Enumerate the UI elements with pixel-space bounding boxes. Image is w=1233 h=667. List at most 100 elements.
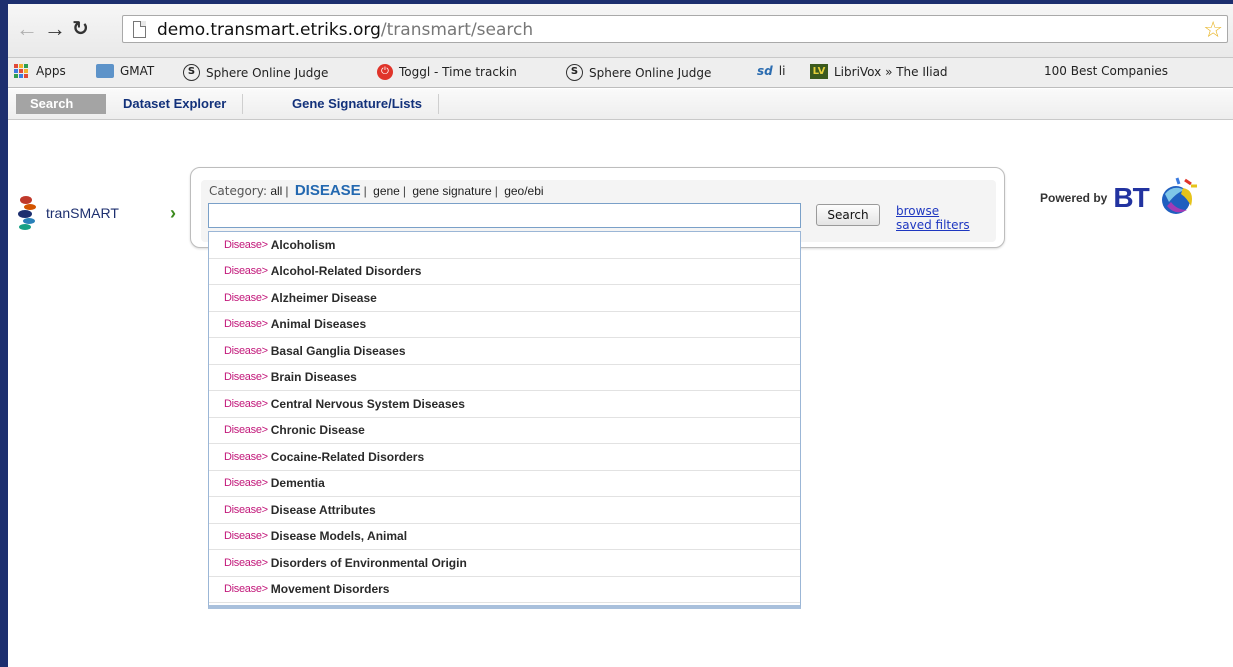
category-separator: | xyxy=(494,184,498,198)
suggestion-term: Movement Disorders xyxy=(270,582,390,597)
apps-grid-icon xyxy=(14,64,30,78)
bookmark-librivox[interactable]: LV LibriVox » The Iliad xyxy=(810,64,948,79)
bookmark-label: Toggl - Time trackin xyxy=(399,65,517,79)
powered-by-label: Powered by xyxy=(1040,191,1108,205)
reload-icon[interactable]: ↻ xyxy=(72,18,89,40)
suggestion-category: Disease> xyxy=(224,291,268,304)
window-frame-left xyxy=(0,0,8,667)
address-url[interactable]: demo.transmart.etriks.org/transmart/sear… xyxy=(157,20,533,40)
url-path: /transmart/search xyxy=(380,20,534,40)
bookmark-label: LibriVox » The Iliad xyxy=(834,64,948,79)
category-all[interactable]: all xyxy=(270,184,282,198)
suggestion-category: Disease> xyxy=(224,556,268,569)
bookmark-100-best-companies[interactable]: 100 Best Companies xyxy=(1044,64,1168,78)
bookmark-sphere-online-judge-1[interactable]: S Sphere Online Judge xyxy=(183,64,328,81)
category-gene-signature[interactable]: gene signature xyxy=(412,184,491,198)
suggestion-item[interactable]: Disease> Disease Attributes xyxy=(209,497,800,524)
suggestion-item[interactable]: Disease> Dementia xyxy=(209,471,800,497)
suggestion-item[interactable]: Disease> Brain Diseases xyxy=(209,365,800,391)
transmart-logo: tranSMART xyxy=(16,193,119,233)
browse-saved-filters-link[interactable]: browse saved filters xyxy=(896,204,996,232)
suggestion-item[interactable]: Disease> Disorders of Environmental Origi… xyxy=(209,550,800,577)
suggestion-category: Disease> xyxy=(224,424,268,437)
suggestion-term: Basal Ganglia Diseases xyxy=(270,343,406,358)
bookmark-gmat[interactable]: GMAT xyxy=(96,64,154,78)
bookmark-li[interactable]: sd li xyxy=(757,64,785,78)
browse-link-line2: saved filters xyxy=(896,218,970,232)
suggestion-item[interactable]: Disease> Movement Disorders xyxy=(209,577,800,603)
suggestion-item[interactable]: Disease> Alcohol-Related Disorders xyxy=(209,259,800,285)
suggestion-category: Disease> xyxy=(224,450,268,463)
address-bar[interactable]: demo.transmart.etriks.org/transmart/sear… xyxy=(122,15,1228,43)
browse-link-line1: browse xyxy=(896,204,940,218)
bookmark-label: li xyxy=(778,64,786,78)
suggestion-term: Animal Diseases xyxy=(270,317,367,332)
suggestion-category: Disease> xyxy=(224,318,268,331)
sd-icon: sd xyxy=(757,64,773,78)
url-host: demo.transmart.etriks.org xyxy=(157,20,381,40)
bookmark-label: 100 Best Companies xyxy=(1044,64,1169,78)
search-input[interactable] xyxy=(208,203,801,228)
category-separator: | xyxy=(363,184,367,198)
dna-helix-icon xyxy=(18,196,36,230)
chevron-right-icon: › xyxy=(170,203,176,223)
tab-dataset-explorer[interactable]: Dataset Explorer xyxy=(123,94,244,114)
suggestion-term: Disease Attributes xyxy=(270,502,376,517)
bookmark-star-icon[interactable]: ☆ xyxy=(1203,17,1223,43)
sphere-judge-icon: S xyxy=(566,64,583,81)
suggestion-term: Alcoholism xyxy=(270,237,336,252)
category-geo-ebi[interactable]: geo/ebi xyxy=(504,184,543,198)
suggestion-dropdown: Disease> Alcoholism Disease> Alcohol-Relat… xyxy=(208,231,801,609)
tab-search[interactable]: Search xyxy=(16,94,106,114)
suggestion-category: Disease> xyxy=(224,397,268,410)
category-separator: | xyxy=(285,184,289,198)
forward-arrow-icon[interactable]: → xyxy=(44,18,66,40)
suggestion-term: Alcohol-Related Disorders xyxy=(270,264,422,279)
suggestion-term: Chronic Disease xyxy=(270,423,365,438)
tab-gene-signature-lists[interactable]: Gene Signature/Lists xyxy=(292,94,440,114)
suggestion-category: Disease> xyxy=(224,530,268,543)
suggestion-item[interactable]: Disease> Alcoholism xyxy=(209,232,800,259)
toggl-icon: ⏻ xyxy=(377,64,393,80)
browser-toolbar: ← → ↻ demo.transmart.etriks.org/transmar… xyxy=(8,4,1233,58)
category-label: Category: xyxy=(209,184,267,198)
bookmarks-bar: Apps GMAT S Sphere Online Judge ⏻ Toggl … xyxy=(8,58,1233,88)
sphere-judge-icon: S xyxy=(183,64,200,81)
bookmark-sphere-online-judge-2[interactable]: S Sphere Online Judge xyxy=(566,64,711,81)
suggestion-item[interactable]: Disease> Basal Ganglia Diseases xyxy=(209,338,800,365)
suggestion-term: Disease Models, Animal xyxy=(270,529,408,544)
suggestion-item[interactable]: Disease> Cocaine-Related Disorders xyxy=(209,444,800,471)
suggestion-term: Disorders of Environmental Origin xyxy=(270,555,467,570)
suggestion-term: Alzheimer Disease xyxy=(270,290,377,305)
suggestion-category: Disease> xyxy=(224,238,268,251)
search-button[interactable]: Search xyxy=(816,204,880,226)
powered-by-bt: Powered by BT xyxy=(1040,176,1199,220)
suggestion-category: Disease> xyxy=(224,477,268,490)
suggestion-category: Disease> xyxy=(224,503,268,516)
suggestion-item[interactable]: Disease> Animal Diseases xyxy=(209,312,800,338)
category-disease[interactable]: DISEASE xyxy=(295,182,361,199)
suggestion-category: Disease> xyxy=(224,265,268,278)
librivox-icon: LV xyxy=(810,64,828,79)
logo-text: tranSMART xyxy=(46,205,119,221)
bookmark-label: Apps xyxy=(36,64,66,78)
bt-brand-text: BT xyxy=(1113,182,1149,213)
suggestion-category: Disease> xyxy=(224,583,268,596)
suggestion-item[interactable]: Disease> Alzheimer Disease xyxy=(209,285,800,312)
bookmark-toggl[interactable]: ⏻ Toggl - Time trackin xyxy=(377,64,517,80)
category-selector: Category: all | DISEASE | gene | gene signa… xyxy=(209,182,544,199)
page-icon xyxy=(133,21,146,38)
suggestion-category: Disease> xyxy=(224,344,268,357)
suggestion-item[interactable]: Disease> Disease Models, Animal xyxy=(209,524,800,550)
suggestion-item[interactable]: Disease> Central Nervous System Diseases xyxy=(209,391,800,418)
back-arrow-icon[interactable]: ← xyxy=(16,18,38,40)
category-gene[interactable]: gene xyxy=(373,184,400,198)
suggestion-term: Cocaine-Related Disorders xyxy=(270,449,425,464)
category-separator: | xyxy=(402,184,406,198)
folder-icon xyxy=(96,64,114,78)
suggestion-term: Dementia xyxy=(270,476,325,491)
suggestion-item[interactable]: Disease> Chronic Disease xyxy=(209,418,800,444)
suggestion-term: Brain Diseases xyxy=(270,370,357,385)
bookmark-apps[interactable]: Apps xyxy=(14,64,66,78)
bt-globe-icon xyxy=(1161,177,1197,214)
